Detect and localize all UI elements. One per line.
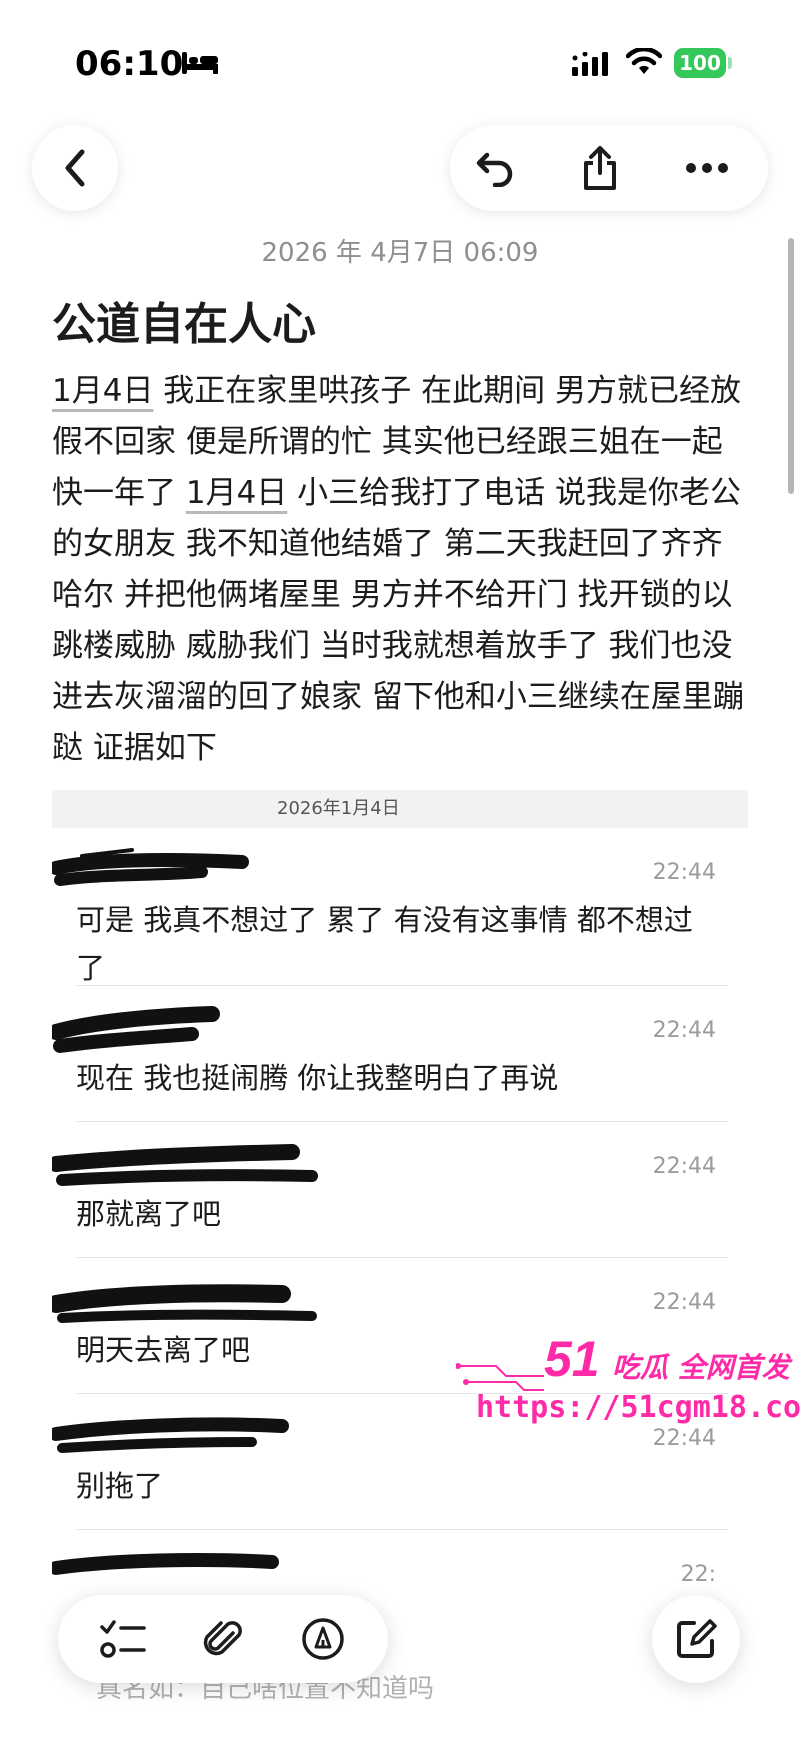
date-link[interactable]: 1月4日 — [52, 373, 153, 409]
wifi-icon — [626, 48, 662, 74]
more-icon — [686, 163, 728, 173]
watermark-url: https://51cgm18.com — [476, 1390, 800, 1425]
redacted-name-scribble — [52, 1284, 317, 1323]
battery-icon: 100 — [674, 48, 726, 78]
compose-button[interactable] — [652, 1595, 740, 1683]
chat-screenshot: 2026年1月4日 22:44 可是 我真不想过了 累了 有没有这事情 都不想过… — [52, 790, 748, 1595]
note-body[interactable]: 1月4日 我正在家里哄孩子 在此期间 男方就已经放假不回家 便是所谓的忙 其实他… — [52, 366, 752, 774]
bottom-toolbar — [58, 1595, 388, 1683]
message-text: 可是 我真不想过了 累了 有没有这事情 都不想过了 — [76, 903, 693, 985]
compose-icon — [677, 1619, 717, 1658]
checklist-icon — [100, 1620, 146, 1658]
attachment-button[interactable] — [178, 1595, 268, 1683]
watermark-number: 51 — [544, 1331, 600, 1386]
note-date: 2026 年 4月7日 06:09 — [261, 238, 539, 268]
markup-icon — [302, 1618, 344, 1660]
bed-icon — [182, 52, 218, 74]
chat-message-partial: 22: — [52, 1530, 748, 1595]
share-button[interactable] — [555, 125, 645, 211]
share-icon — [584, 146, 616, 190]
message-time: 22:44 — [652, 1290, 716, 1315]
note-text: 小三给我打了电话 说我是你老公的女朋友 我不知道他结婚了 第二天我赶回了齐齐哈尔… — [52, 475, 744, 766]
undo-icon — [476, 152, 513, 187]
status-time: 06:10 — [75, 44, 184, 84]
battery-tip — [728, 57, 732, 69]
date-link[interactable]: 1月4日 — [186, 475, 287, 511]
redacted-name-scribble — [52, 1006, 220, 1053]
message-time: 22:44 — [652, 860, 716, 885]
back-button[interactable] — [32, 125, 118, 211]
message-text: 那就离了吧 — [76, 1197, 222, 1231]
chat-date-header: 2026年1月4日 — [52, 790, 748, 828]
note-title[interactable]: 公道自在人心 — [52, 288, 316, 352]
checklist-button[interactable] — [78, 1595, 168, 1683]
redacted-name-scribble — [52, 1417, 289, 1453]
chat-message: 22:44 那就离了吧 — [52, 1122, 748, 1258]
message-time: 22: — [680, 1562, 716, 1587]
message-text: 现在 我也挺闹腾 你让我整明白了再说 — [76, 1061, 559, 1095]
scrollbar[interactable] — [788, 238, 794, 494]
chat-message: 22:44 现在 我也挺闹腾 你让我整明白了再说 — [52, 986, 748, 1122]
note-actions — [450, 125, 768, 211]
cellular-signal-icon — [572, 52, 608, 76]
watermark-logo: 51 — [544, 1331, 600, 1386]
message-time: 22:44 — [652, 1154, 716, 1179]
message-time: 22:44 — [652, 1426, 716, 1451]
message-time: 22:44 — [652, 1018, 716, 1043]
redacted-name-scribble — [52, 848, 249, 886]
redacted-name-scribble — [52, 1553, 279, 1575]
watermark-title: 吃瓜 全网首发 — [612, 1351, 790, 1384]
markup-button[interactable] — [278, 1595, 368, 1683]
back-icon — [65, 149, 85, 187]
more-button[interactable] — [662, 125, 752, 211]
message-text: 别拖了 — [76, 1469, 164, 1503]
redacted-name-scribble — [52, 1144, 318, 1186]
undo-button[interactable] — [450, 125, 540, 211]
attachment-icon — [203, 1621, 242, 1656]
chat-message: 22:44 可是 我真不想过了 累了 有没有这事情 都不想过了 — [52, 828, 748, 986]
